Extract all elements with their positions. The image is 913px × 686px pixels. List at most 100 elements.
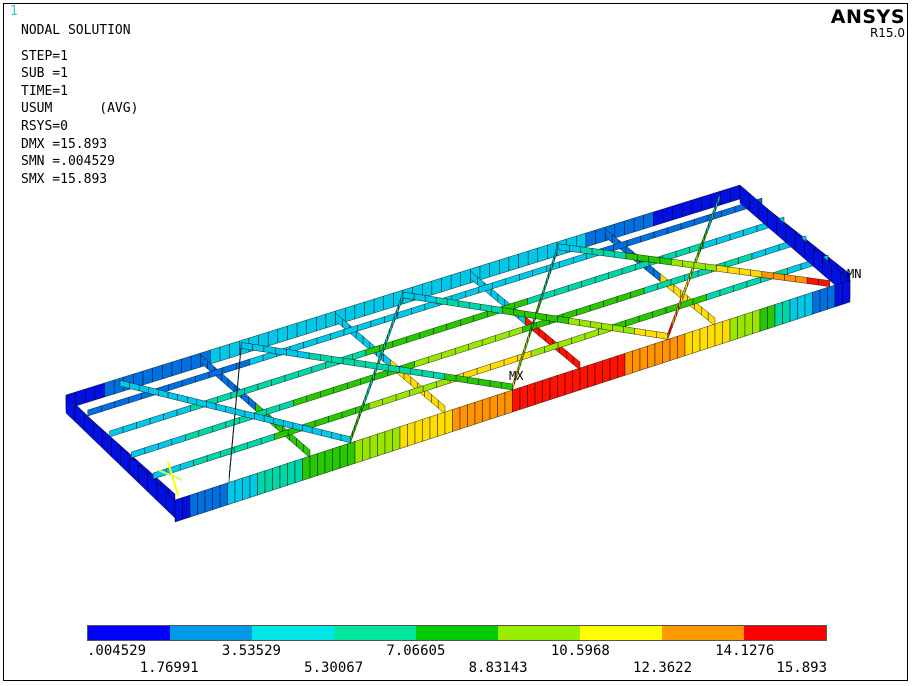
legend-tick-label: .004529 bbox=[87, 643, 147, 659]
front-main-beam bbox=[489, 394, 498, 420]
back-main-beam bbox=[316, 313, 327, 332]
front-main-beam bbox=[459, 404, 468, 430]
longitudinal-stringer bbox=[109, 426, 124, 438]
diagonal-brace bbox=[818, 278, 830, 287]
longitudinal-stringer bbox=[414, 356, 429, 368]
legend-color-2 bbox=[252, 626, 334, 640]
longitudinal-stringer bbox=[567, 280, 582, 292]
front-main-beam bbox=[557, 372, 566, 398]
diagonal-brace bbox=[700, 239, 703, 252]
cross-beam bbox=[431, 393, 439, 409]
longitudinal-stringer bbox=[608, 268, 623, 279]
end-beam-left bbox=[74, 403, 85, 431]
front-main-beam bbox=[774, 301, 783, 327]
front-main-beam bbox=[759, 306, 768, 332]
diagonal-brace bbox=[263, 415, 274, 425]
end-beam-right bbox=[748, 192, 759, 220]
longitudinal-stringer bbox=[626, 235, 641, 247]
diagonal-brace bbox=[167, 391, 178, 401]
front-main-beam bbox=[249, 472, 258, 498]
front-main-beam bbox=[572, 367, 581, 393]
front-main-beam bbox=[677, 333, 686, 359]
longitudinal-stringer bbox=[428, 352, 442, 364]
diagonal-brace bbox=[546, 272, 549, 285]
longitudinal-stringer bbox=[341, 407, 356, 419]
front-main-beam bbox=[272, 465, 281, 491]
diagonal-brace bbox=[656, 331, 668, 340]
longitudinal-stringer bbox=[481, 335, 496, 346]
front-main-beam bbox=[729, 316, 738, 342]
longitudinal-stringer bbox=[473, 310, 488, 322]
longitudinal-stringer bbox=[743, 225, 758, 237]
diagonal-brace bbox=[603, 249, 615, 258]
longitudinal-stringer bbox=[411, 303, 426, 315]
front-main-beam bbox=[204, 487, 213, 513]
longitudinal-stringer bbox=[206, 450, 221, 462]
diagonal-brace bbox=[535, 312, 547, 321]
diagonal-brace bbox=[350, 430, 353, 443]
legend-color-3 bbox=[334, 626, 416, 640]
diagonal-brace bbox=[331, 431, 342, 441]
diagonal-brace bbox=[772, 272, 785, 281]
back-main-beam bbox=[499, 256, 510, 275]
front-main-beam bbox=[842, 279, 851, 305]
cross-beam bbox=[701, 306, 709, 321]
longitudinal-stringer bbox=[724, 257, 739, 269]
longitudinal-stringer bbox=[638, 311, 653, 323]
front-main-beam bbox=[684, 331, 693, 357]
legend-tick-label: 1.76991 bbox=[139, 660, 199, 676]
front-main-beam bbox=[512, 387, 521, 413]
longitudinal-stringer bbox=[333, 382, 348, 394]
front-main-beam bbox=[647, 343, 656, 369]
diagonal-brace bbox=[579, 319, 591, 328]
front-main-beam bbox=[527, 382, 536, 408]
legend-tick-label: 12.3622 bbox=[633, 660, 693, 676]
longitudinal-stringer bbox=[514, 298, 528, 309]
front-main-beam bbox=[782, 299, 791, 325]
front-main-beam bbox=[174, 497, 183, 523]
front-main-beam bbox=[182, 494, 191, 520]
front-main-beam bbox=[467, 401, 476, 427]
front-main-beam bbox=[332, 445, 341, 471]
diagonal-brace bbox=[394, 310, 397, 323]
back-main-beam bbox=[190, 352, 202, 371]
front-main-beam bbox=[227, 480, 236, 506]
diagonal-brace bbox=[480, 303, 492, 313]
back-main-beam bbox=[162, 361, 173, 380]
longitudinal-stringer bbox=[271, 375, 286, 386]
front-main-beam bbox=[579, 365, 588, 391]
longitudinal-stringer bbox=[559, 257, 574, 268]
back-main-beam bbox=[268, 328, 279, 347]
longitudinal-stringer bbox=[158, 438, 173, 450]
diagonal-brace bbox=[527, 331, 530, 344]
back-main-beam bbox=[595, 226, 606, 245]
longitudinal-stringer bbox=[397, 307, 412, 319]
longitudinal-stringer bbox=[589, 300, 604, 312]
longitudinal-stringer bbox=[306, 391, 321, 403]
diagonal-brace bbox=[634, 327, 646, 337]
longitudinal-stringer bbox=[163, 409, 178, 421]
fea-model-contour[interactable] bbox=[0, 0, 913, 686]
end-beam-right bbox=[767, 208, 777, 236]
legend-tick-label: 14.1276 bbox=[715, 643, 775, 659]
diagonal-brace bbox=[693, 261, 706, 270]
cross-beam bbox=[707, 312, 716, 327]
longitudinal-stringer bbox=[765, 244, 780, 256]
front-main-beam bbox=[324, 448, 333, 474]
front-main-beam bbox=[632, 348, 641, 374]
cross-beam bbox=[227, 378, 236, 394]
diagonal-brace bbox=[215, 403, 226, 413]
front-main-beam bbox=[392, 426, 401, 452]
diagonal-brace bbox=[421, 369, 434, 379]
longitudinal-stringer bbox=[311, 362, 326, 374]
diagonal-brace bbox=[321, 429, 332, 439]
longitudinal-stringer bbox=[330, 329, 345, 340]
front-main-beam bbox=[714, 321, 723, 347]
diagonal-brace bbox=[340, 434, 351, 444]
front-main-beam bbox=[594, 360, 603, 386]
back-main-beam bbox=[441, 274, 452, 293]
back-main-beam bbox=[210, 346, 221, 365]
front-main-beam bbox=[189, 492, 198, 518]
front-main-beam bbox=[219, 482, 228, 508]
longitudinal-stringer bbox=[260, 433, 275, 445]
